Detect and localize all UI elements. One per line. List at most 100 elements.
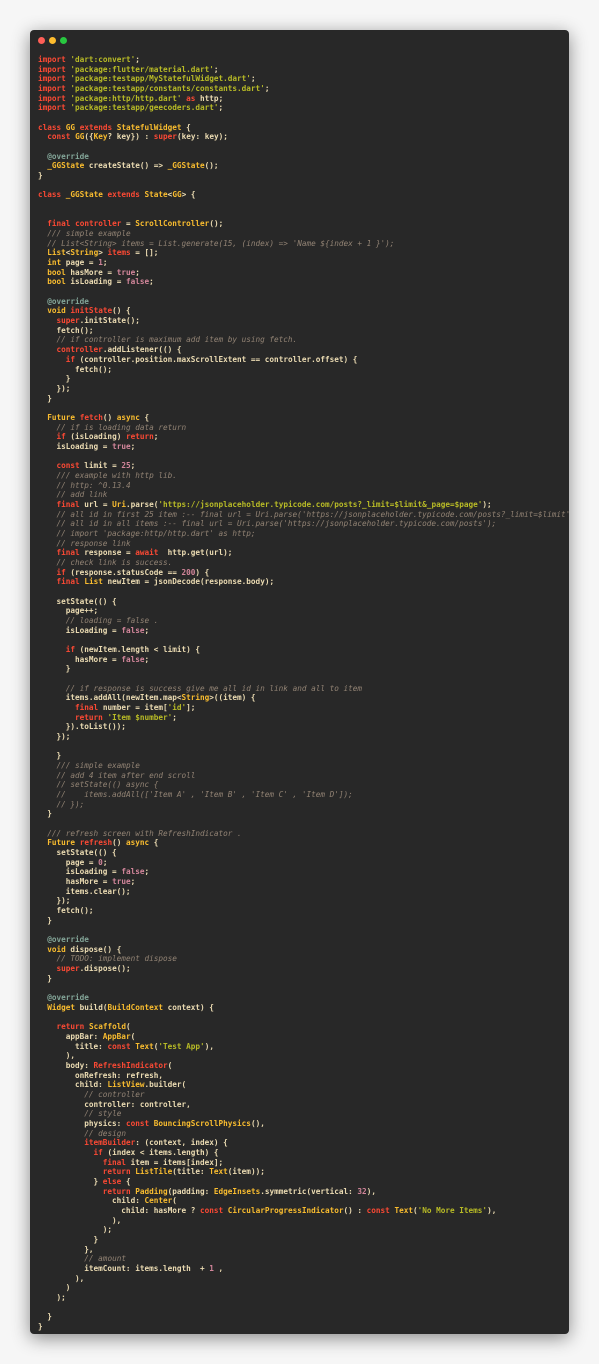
code-token: GG	[172, 190, 182, 200]
minimize-button[interactable]	[49, 37, 56, 44]
code-token: );	[38, 1293, 66, 1302]
code-token: );	[482, 499, 492, 509]
code-token: true	[112, 877, 131, 887]
code-token: }	[38, 171, 43, 181]
code-line: /// simple example	[38, 761, 565, 771]
code-line: }	[38, 664, 565, 674]
code-line: import 'package:testapp/geecoders.dart';	[38, 103, 565, 113]
code-line: if (controller.position.maxScrollExtent …	[38, 355, 565, 365]
code-token: 'package:testapp/MyStatefulWidget.dart'	[70, 74, 251, 84]
code-token: );	[38, 1225, 113, 1235]
code-token: physics:	[38, 1118, 126, 1128]
code-token: 32	[357, 1186, 367, 1196]
code-line: // items.addAll(['Item A' , 'Item B' , '…	[38, 790, 565, 800]
code-line: class GG extends StatefulWidget {	[38, 123, 565, 133]
code-line: items.clear();	[38, 887, 565, 897]
code-line: return ListTile(title: Text(item));	[38, 1167, 565, 1177]
code-token: });	[38, 732, 71, 742]
code-token: }).toList());	[38, 722, 126, 732]
code-token: }	[38, 751, 62, 761]
code-token: // all id in first 25 item :-- final url…	[56, 509, 569, 519]
code-token: (controller.position.maxScrollExtent == …	[75, 354, 358, 364]
maximize-button[interactable]	[60, 37, 67, 44]
code-token: true	[116, 267, 136, 277]
code-token: limit =	[79, 461, 122, 471]
code-token: controller	[56, 345, 103, 355]
code-token: (key: key);	[176, 132, 228, 142]
code-token: refresh	[79, 838, 113, 848]
code-line: child: Center(	[38, 1196, 565, 1206]
code-token: ),	[204, 1041, 214, 1051]
code-token: response =	[79, 548, 136, 558]
code-token: setState(() {	[38, 848, 117, 858]
code-token: extends	[79, 122, 113, 132]
code-token: 'package:testapp/geecoders.dart'	[70, 103, 219, 113]
code-token: return	[56, 1022, 85, 1032]
code-line: }	[38, 394, 565, 404]
code-line: itemBuilder: (context, index) {	[38, 1138, 565, 1148]
close-button[interactable]	[38, 37, 45, 44]
code-line: fetch();	[38, 906, 565, 916]
code-token: 'package:http/http.dart'	[70, 93, 182, 103]
code-token: .parse(	[125, 499, 159, 509]
code-token: newItem = jsonDecode(response.body);	[102, 577, 275, 587]
code-token: }	[38, 809, 52, 819]
code-line: },	[38, 1245, 565, 1255]
code-token: ;	[250, 74, 256, 84]
code-line: } else {	[38, 1177, 565, 1187]
code-token: import	[38, 64, 66, 74]
code-token: Key	[93, 132, 108, 142]
code-token: // if is loading data return	[56, 422, 187, 432]
code-token: // items.addAll(['Item A' , 'Item B' , '…	[56, 790, 353, 800]
code-line: // response link	[38, 539, 565, 549]
code-token: Text	[135, 1041, 154, 1051]
code-line: // if is loading data return	[38, 423, 565, 433]
code-token: ,	[213, 1263, 224, 1273]
code-token: // if response is success give me all id…	[65, 683, 362, 693]
code-line: title: const Text('Test App'),	[38, 1042, 565, 1052]
code-token: .initState();	[79, 316, 140, 326]
code-editor[interactable]: import 'dart:convert'; import 'package:fl…	[38, 55, 569, 1332]
code-token: 'No More Items'	[417, 1205, 488, 1215]
code-line: }	[38, 171, 565, 181]
code-token: if	[56, 567, 66, 577]
code-token: return	[102, 1186, 131, 1196]
code-token: super	[56, 316, 80, 326]
code-line: // http: ^0.13.4	[38, 481, 565, 491]
code-token: page =	[61, 258, 99, 268]
code-line: ),	[38, 1051, 565, 1061]
code-line: final List newItem = jsonDecode(response…	[38, 577, 565, 587]
code-token: Widget	[47, 1002, 76, 1012]
code-line: hasMore = false;	[38, 655, 565, 665]
code-line: // amount	[38, 1254, 565, 1264]
code-token: ;	[144, 867, 150, 877]
code-token: }	[38, 664, 71, 674]
code-token: hasMore =	[65, 267, 117, 277]
code-token: {	[121, 1176, 131, 1186]
code-token: {	[149, 838, 159, 848]
code-line: )	[38, 1283, 565, 1293]
code-token: false	[125, 277, 150, 287]
code-token: itemCount: items.length +	[38, 1263, 210, 1273]
code-token: StatefulWidget	[116, 122, 182, 132]
code-line: final url = Uri.parse('https://jsonplace…	[38, 500, 565, 510]
code-token: // style	[84, 1109, 122, 1119]
code-token: GG	[65, 122, 76, 132]
code-token: // amount	[84, 1254, 126, 1264]
